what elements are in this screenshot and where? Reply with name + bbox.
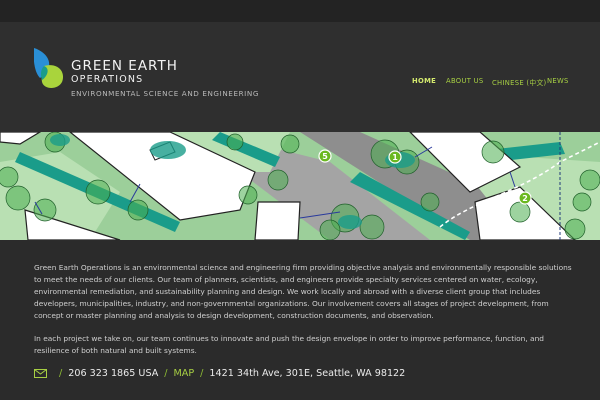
brand-subname: OPERATIONS [71, 74, 144, 85]
site-header: GREEN EARTH OPERATIONS ENVIRONMENTAL SCI… [0, 22, 600, 132]
brand-name[interactable]: GREEN EARTH [71, 58, 178, 74]
separator: / [59, 367, 63, 379]
site-plan-illustration: 1 2 5 [0, 132, 600, 240]
tagline: ENVIRONMENTAL SCIENCE AND ENGINEERING [71, 89, 260, 98]
separator: / [164, 367, 168, 379]
svg-text:5: 5 [322, 152, 328, 161]
mission-paragraph: In each project we take on, our team con… [34, 334, 544, 355]
nav-chinese[interactable]: CHINESE (中文) [492, 77, 547, 87]
top-bar [0, 0, 600, 22]
contact-bar: / 206 323 1865 USA / MAP / 1421 34th Ave… [34, 366, 405, 380]
marker-1: 1 [388, 150, 402, 164]
envelope-icon[interactable] [34, 368, 47, 378]
phone-number[interactable]: 206 323 1865 USA [68, 368, 158, 379]
site-plan-banner: 1 2 5 [0, 132, 600, 240]
separator: / [200, 367, 204, 379]
svg-text:1: 1 [392, 153, 398, 162]
marker-5: 5 [318, 149, 332, 163]
nav-news[interactable]: NEWS [547, 77, 569, 85]
marker-2: 2 [518, 191, 532, 205]
svg-text:2: 2 [522, 194, 528, 203]
leaf-drop-logo[interactable] [34, 48, 66, 92]
intro-paragraph: Green Earth Operations is an environment… [34, 263, 572, 320]
nav-about-us[interactable]: ABOUT US [446, 77, 484, 85]
address: 1421 34th Ave, 301E, Seattle, WA 98122 [209, 367, 406, 379]
map-link[interactable]: MAP [174, 368, 195, 379]
nav-home[interactable]: HOME [412, 77, 436, 85]
